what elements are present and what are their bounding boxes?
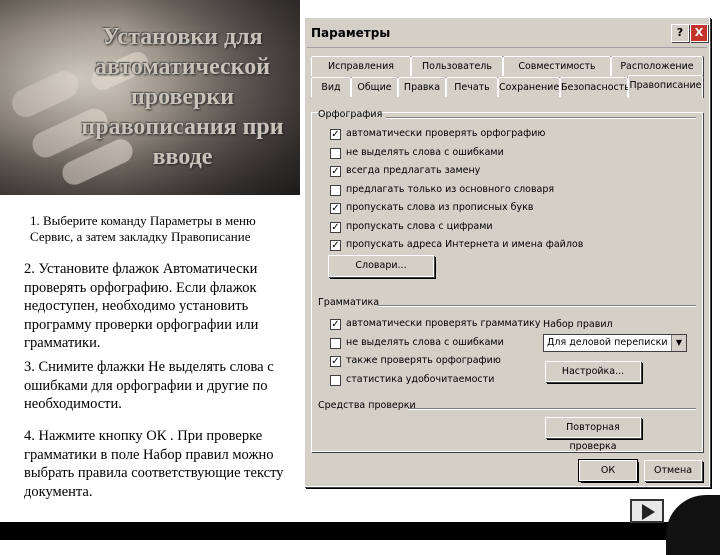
options-dialog: Параметры ? X Исправления Пользователь С… <box>304 17 710 487</box>
spelling-divider <box>386 117 696 119</box>
option-label: также проверять орфографию <box>346 355 501 366</box>
option-label: не выделять слова с ошибками <box>346 336 504 348</box>
spelling-group-label: Орфография <box>318 109 383 120</box>
step-2-text: 2. Установите флажок Автоматически прове… <box>24 261 259 351</box>
option-label: пропускать слова с цифрами <box>346 220 493 232</box>
next-slide-button[interactable] <box>630 499 664 523</box>
dialog-titlebar: Параметры ? X <box>307 20 708 48</box>
corner-decoration <box>666 495 720 555</box>
tab-general[interactable]: Общие <box>351 77 398 97</box>
checkbox[interactable] <box>330 184 341 196</box>
close-button[interactable]: X <box>690 24 708 42</box>
checkbox[interactable]: ✓ <box>330 129 341 140</box>
tools-divider <box>408 408 696 410</box>
checkbox[interactable]: ✓ <box>330 221 341 233</box>
checkbox[interactable]: ✓ <box>330 166 341 177</box>
tools-group-label: Средства проверки <box>318 400 416 411</box>
dictionaries-button[interactable]: Словари... <box>328 255 434 277</box>
step-3-text: 3. Снимите флажки Не выделять слова с ош… <box>24 359 274 412</box>
option-row[interactable]: ✓ пропускать слова с цифрами <box>330 221 630 236</box>
checkbox[interactable]: ✓ <box>330 356 341 367</box>
spelling-panel: Орфография ✓ автоматически проверять орфо… <box>311 109 703 452</box>
ruleset-label: Набор правил <box>543 319 613 330</box>
checkbox[interactable]: ✓ <box>330 319 341 330</box>
tab-security[interactable]: Безопасность <box>560 77 630 97</box>
option-label: предлагать только из основного словаря <box>346 183 555 195</box>
bottom-bar <box>0 522 720 540</box>
option-row[interactable]: ✓ всегда предлагать замену <box>330 165 630 180</box>
steps-box: 2. Установите флажок Автоматически прове… <box>22 255 292 520</box>
tab-compatibility[interactable]: Совместимость <box>503 56 611 76</box>
option-row[interactable]: ✓ пропускать слова из прописных букв <box>330 202 630 217</box>
option-row[interactable]: не выделять слова с ошибками <box>330 147 630 162</box>
option-label: пропускать адреса Интернета и имена файл… <box>346 239 584 250</box>
tabs-bottom: Вид Общие Правка Печать Сохранение Безоп… <box>311 75 703 98</box>
tab-view[interactable]: Вид <box>311 77 351 97</box>
grammar-divider <box>378 305 696 307</box>
checkbox[interactable]: ✓ <box>330 240 341 251</box>
step-4-text: 4. Нажмите кнопку ОК . При проверке грам… <box>24 428 284 500</box>
checkbox[interactable]: ✓ <box>330 203 341 214</box>
tabs-top: Исправления Пользователь Совместимость Р… <box>311 56 703 76</box>
option-label: статистика удобочитаемости <box>346 373 495 385</box>
tab-spelling[interactable]: Правописание <box>628 75 703 98</box>
slide: Установки для автоматической проверки пр… <box>0 0 720 555</box>
tab-print[interactable]: Печать <box>446 77 498 97</box>
checkbox[interactable] <box>330 337 341 349</box>
option-label: автоматически проверять орфографию <box>346 128 546 139</box>
help-button[interactable]: ? <box>671 24 689 42</box>
ruleset-value: Для деловой переписки <box>547 337 668 348</box>
ok-button[interactable]: ОК <box>578 459 638 482</box>
tab-edit[interactable]: Правка <box>398 77 446 97</box>
tab-corrections[interactable]: Исправления <box>311 56 411 76</box>
ruleset-select[interactable]: Для деловой переписки ▼ <box>543 334 687 352</box>
option-label: не выделять слова с ошибками <box>346 146 504 158</box>
recheck-button[interactable]: Повторная проверка <box>545 417 641 452</box>
option-label: всегда предлагать замену <box>346 165 481 176</box>
step-1-text: 1. Выберите команду Параметры в меню Сер… <box>30 213 256 244</box>
grammar-group-label: Грамматика <box>318 297 380 308</box>
dialog-title: Параметры <box>311 26 391 40</box>
tab-location[interactable]: Расположение <box>611 56 703 76</box>
tab-save[interactable]: Сохранение <box>498 77 560 97</box>
tab-user[interactable]: Пользователь <box>411 56 503 76</box>
checkbox[interactable] <box>330 374 341 386</box>
option-row[interactable]: ✓ автоматически проверять орфографию <box>330 128 630 143</box>
option-label: пропускать слова из прописных букв <box>346 202 534 213</box>
play-arrow-icon <box>642 504 655 520</box>
option-row[interactable]: ✓ пропускать адреса Интернета и имена фай… <box>330 239 630 254</box>
chevron-down-icon[interactable]: ▼ <box>671 335 686 351</box>
cancel-button[interactable]: Отмена <box>644 460 702 481</box>
settings-button[interactable]: Настройка... <box>545 361 641 382</box>
checkbox[interactable] <box>330 147 341 159</box>
option-row[interactable]: предлагать только из основного словаря <box>330 184 630 199</box>
slide-title: Установки для автоматической проверки пр… <box>81 24 284 170</box>
option-label: автоматически проверять грамматику <box>346 318 541 329</box>
